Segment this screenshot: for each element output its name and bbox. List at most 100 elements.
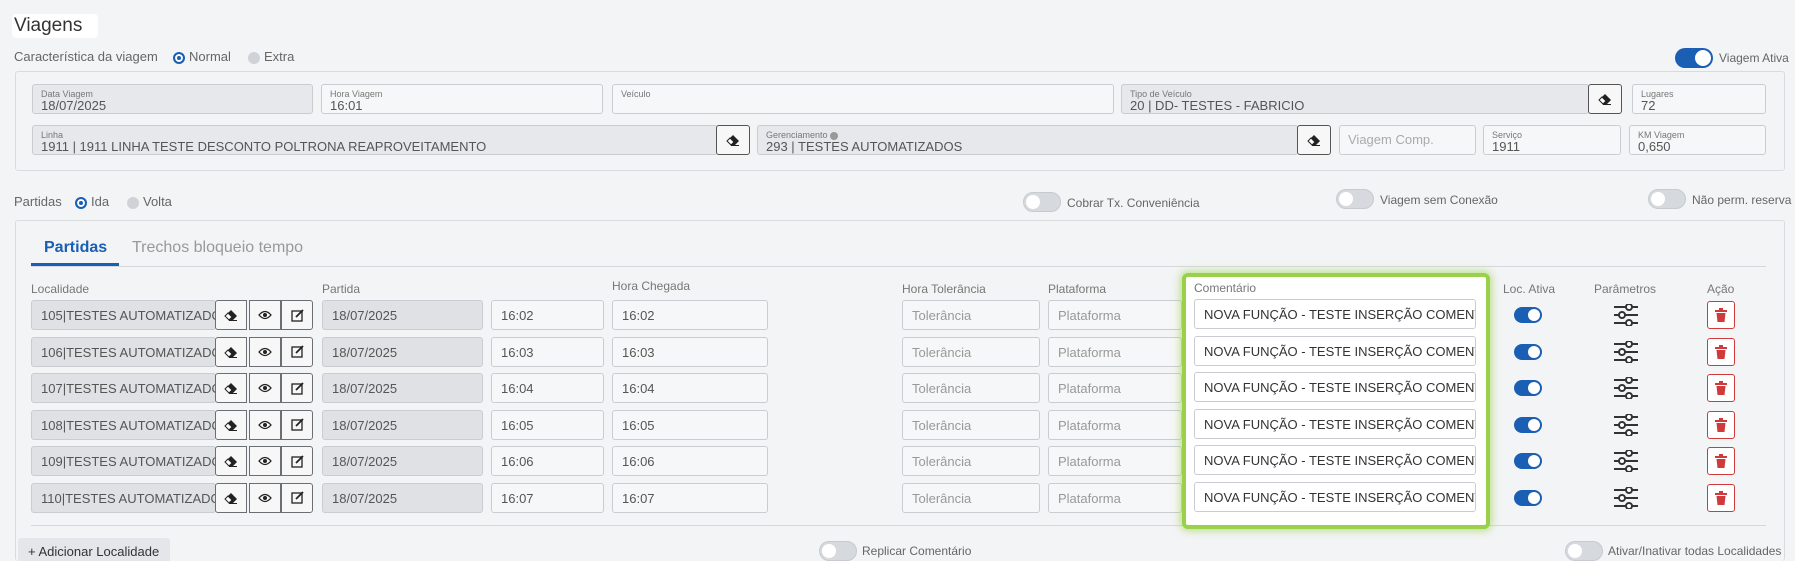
hora-chegada-cell[interactable]: 16:04 [612,373,768,403]
hora-chegada-cell[interactable]: 16:03 [612,336,768,367]
tab-trechos[interactable]: Trechos bloqueio tempo [132,239,303,257]
partida-time-cell[interactable]: 16:04 [491,373,604,403]
tolerancia-input[interactable]: Tolerância [902,446,1040,476]
clear-linha-button[interactable] [716,125,750,155]
loc-ativa-toggle[interactable] [1514,380,1542,396]
lugares-field[interactable]: Lugares 72 [1632,84,1766,114]
localidade-cell[interactable]: 106|TESTES AUTOMATIZADOS [31,336,216,367]
viagem-ativa-toggle[interactable] [1675,48,1713,68]
localidade-cell[interactable]: 105|TESTES AUTOMATIZADOS [31,300,216,330]
km-viagem-field[interactable]: KM Viagem 0,650 [1629,125,1766,155]
partida-date-cell[interactable]: 18/07/2025 [322,300,483,330]
comentario-input[interactable]: NOVA FUNÇÃO - TESTE INSERÇÃO COMENTÁRIO [1194,481,1476,512]
comentario-input[interactable]: NOVA FUNÇÃO - TESTE INSERÇÃO COMENTÁRIO [1194,445,1476,475]
hora-chegada-cell[interactable]: 16:05 [612,409,768,440]
plataforma-input[interactable]: Plataforma [1048,336,1182,367]
plataforma-input[interactable]: Plataforma [1048,373,1182,403]
delete-row-button[interactable] [1707,483,1735,512]
localidade-cell[interactable]: 108|TESTES AUTOMATIZADOS [31,409,216,440]
radio-extra-dot[interactable] [248,51,260,64]
parametros-button[interactable] [1613,449,1639,477]
comentario-input[interactable]: NOVA FUNÇÃO - TESTE INSERÇÃO COMENTÁRIO [1194,372,1476,402]
loc-ativa-toggle[interactable] [1514,489,1542,506]
cobrar-toggle[interactable] [1023,192,1061,212]
view-localidade-button[interactable] [249,300,281,330]
clear-localidade-button[interactable] [215,482,247,513]
edit-localidade-button[interactable] [281,482,313,513]
viagem-comp-field[interactable]: Viagem Comp. [1339,125,1476,155]
sem-conexao-toggle[interactable] [1336,189,1374,209]
replicar-toggle[interactable] [819,541,857,561]
tab-partidas[interactable]: Partidas [44,239,107,257]
partida-date-cell[interactable]: 18/07/2025 [322,446,483,476]
localidade-cell[interactable]: 107|TESTES AUTOMATIZADOS [31,373,216,403]
veiculo-field[interactable]: Veículo [612,84,1114,114]
loc-ativa-toggle[interactable] [1514,307,1542,323]
parametros-button[interactable] [1613,485,1639,514]
parametros-button[interactable] [1613,339,1639,368]
radio-ida[interactable]: Ida [75,194,109,209]
localidade-cell[interactable]: 110|TESTES AUTOMATIZADOS [31,482,216,513]
plataforma-input[interactable]: Plataforma [1048,409,1182,440]
partida-time-cell[interactable]: 16:03 [491,336,604,367]
comentario-input[interactable]: NOVA FUNÇÃO - TESTE INSERÇÃO COMENTÁRIO [1194,299,1476,329]
tolerancia-input[interactable]: Tolerância [902,409,1040,440]
hora-viagem-field[interactable]: Hora Viagem 16:01 [321,84,603,114]
delete-row-button[interactable] [1707,410,1735,439]
delete-row-button[interactable] [1707,447,1735,475]
view-localidade-button[interactable] [249,409,281,440]
info-icon[interactable] [830,131,839,140]
ativar-todas-toggle[interactable] [1565,541,1603,561]
view-localidade-button[interactable] [249,446,281,476]
nao-perm-toggle[interactable] [1648,189,1686,209]
hora-chegada-cell[interactable]: 16:07 [612,482,768,513]
add-localidade-button[interactable]: + Adicionar Localidade [18,538,170,561]
view-localidade-button[interactable] [249,482,281,513]
parametros-button[interactable] [1613,412,1639,441]
tolerancia-input[interactable]: Tolerância [902,300,1040,330]
loc-ativa-toggle[interactable] [1514,416,1542,433]
clear-localidade-button[interactable] [215,409,247,440]
delete-row-button[interactable] [1707,374,1735,402]
tolerancia-input[interactable]: Tolerância [902,373,1040,403]
linha-field[interactable]: Linha 1911 | 1911 LINHA TESTE DESCONTO PO… [32,125,718,155]
clear-tipo-veiculo-button[interactable] [1588,84,1622,114]
clear-localidade-button[interactable] [215,446,247,476]
hora-chegada-cell[interactable]: 16:02 [612,300,768,330]
comentario-input[interactable]: NOVA FUNÇÃO - TESTE INSERÇÃO COMENTÁRIO [1194,408,1476,439]
data-viagem-field[interactable]: Data Viagem 18/07/2025 [32,84,313,114]
comentario-input[interactable]: NOVA FUNÇÃO - TESTE INSERÇÃO COMENTÁRIO [1194,335,1476,366]
clear-gerenciamento-button[interactable] [1297,125,1331,155]
delete-row-button[interactable] [1707,301,1735,329]
plataforma-input[interactable]: Plataforma [1048,482,1182,513]
delete-row-button[interactable] [1707,337,1735,366]
tipo-veiculo-field[interactable]: Tipo de Veículo 20 | DD- TESTES - FABRICI… [1121,84,1589,114]
servico-field[interactable]: Serviço 1911 [1483,125,1621,155]
clear-localidade-button[interactable] [215,336,247,367]
clear-localidade-button[interactable] [215,373,247,403]
edit-localidade-button[interactable] [281,373,313,403]
hora-chegada-cell[interactable]: 16:06 [612,446,768,476]
view-localidade-button[interactable] [249,373,281,403]
tolerancia-input[interactable]: Tolerância [902,336,1040,367]
localidade-cell[interactable]: 109|TESTES AUTOMATIZADOS [31,446,216,476]
radio-normal[interactable]: Normal [173,49,231,64]
plataforma-input[interactable]: Plataforma [1048,300,1182,330]
edit-localidade-button[interactable] [281,409,313,440]
edit-localidade-button[interactable] [281,336,313,367]
radio-volta[interactable]: Volta [127,194,172,209]
radio-normal-dot[interactable] [173,51,185,64]
view-localidade-button[interactable] [249,336,281,367]
partida-date-cell[interactable]: 18/07/2025 [322,336,483,367]
clear-localidade-button[interactable] [215,300,247,330]
partida-date-cell[interactable]: 18/07/2025 [322,482,483,513]
parametros-button[interactable] [1613,303,1639,331]
tolerancia-input[interactable]: Tolerância [902,482,1040,513]
loc-ativa-toggle[interactable] [1514,343,1542,360]
radio-ida-dot[interactable] [75,196,87,209]
loc-ativa-toggle[interactable] [1514,453,1542,469]
partida-date-cell[interactable]: 18/07/2025 [322,409,483,440]
parametros-button[interactable] [1613,376,1639,404]
partida-time-cell[interactable]: 16:02 [491,300,604,330]
partida-time-cell[interactable]: 16:07 [491,482,604,513]
